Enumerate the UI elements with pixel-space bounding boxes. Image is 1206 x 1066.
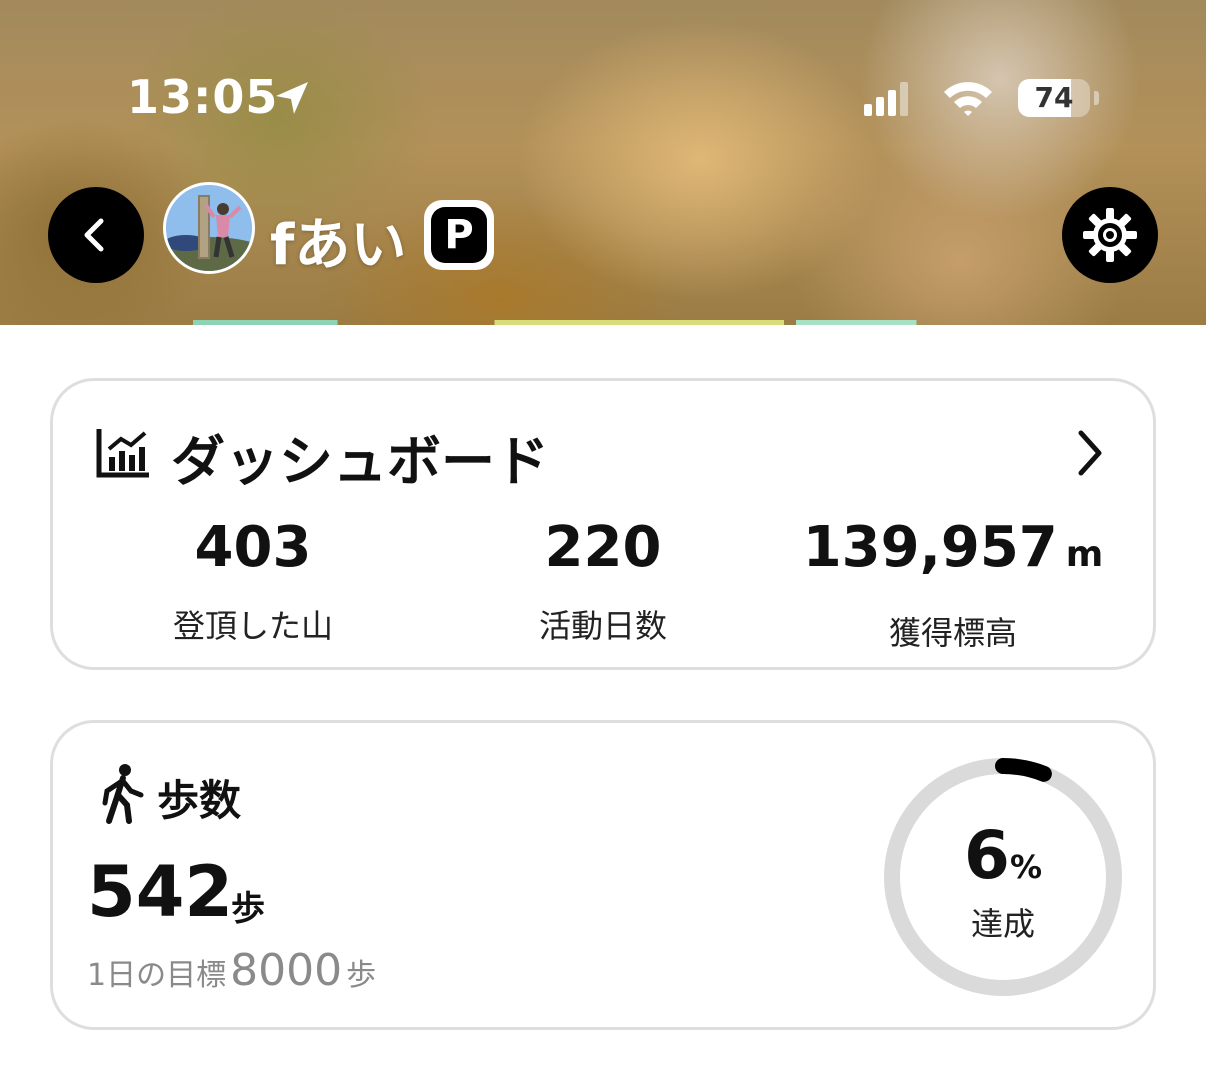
dashboard-card[interactable]: ダッシュボード 403 登頂した山 220 活動日数 139,957 m 獲得標高 (50, 378, 1156, 670)
stat-label: 活動日数 (538, 607, 667, 645)
dashboard-title: ダッシュボード (171, 430, 549, 493)
profile-header: 13:05 74 fあい P (0, 0, 1206, 325)
goal-value: 8000 (230, 945, 343, 996)
goal-label: 1日の目標 (87, 958, 227, 993)
stat-value: 403 (194, 515, 312, 580)
battery-level-text: 74 (1034, 81, 1074, 114)
header-color-strip (0, 320, 1206, 325)
battery-indicator: 74 (1018, 79, 1090, 117)
steps-card: 歩数 542 歩 1日の目標8000 歩 6% 達成 (50, 720, 1156, 1030)
avatar-photo (166, 185, 252, 271)
premium-badge-letter: P (431, 207, 487, 263)
stat-active-days: 220 活動日数 (433, 513, 773, 647)
progress-sign: % (1009, 848, 1042, 886)
gear-icon (1083, 208, 1137, 262)
back-button[interactable] (48, 187, 144, 283)
stat-label: 登頂した山 (172, 607, 333, 645)
chevron-left-icon (84, 218, 104, 252)
stat-value: 220 (544, 515, 662, 580)
progress-value: 6 (964, 817, 1010, 894)
stat-unit: m (1065, 534, 1104, 575)
stat-value: 139,957 m (802, 515, 1104, 580)
avatar[interactable] (163, 182, 255, 274)
settings-button[interactable] (1062, 187, 1158, 283)
username: fあい (270, 213, 407, 278)
progress-percent: 6% (883, 817, 1123, 894)
steps-title: 歩数 (157, 776, 242, 825)
daily-goal: 1日の目標8000 歩 (87, 945, 376, 996)
dashboard-chart-icon (96, 429, 149, 478)
chevron-right-icon[interactable] (1075, 429, 1105, 477)
goal-unit: 歩 (346, 958, 377, 993)
status-time: 13:05 (127, 70, 279, 124)
wifi-icon (944, 82, 992, 116)
location-arrow-icon (276, 82, 308, 114)
stat-summits: 403 登頂した山 (83, 513, 423, 647)
premium-badge: P (424, 200, 494, 270)
steps-unit: 歩 (231, 889, 265, 929)
walking-person-icon (102, 764, 144, 824)
battery-nub (1094, 91, 1099, 105)
progress-label: 達成 (970, 905, 1035, 943)
stat-label: 獲得標高 (888, 614, 1017, 652)
steps-value: 542 (87, 851, 234, 933)
cellular-signal-icon (864, 82, 908, 116)
stat-elevation-gain: 139,957 m 獲得標高 (783, 513, 1123, 654)
